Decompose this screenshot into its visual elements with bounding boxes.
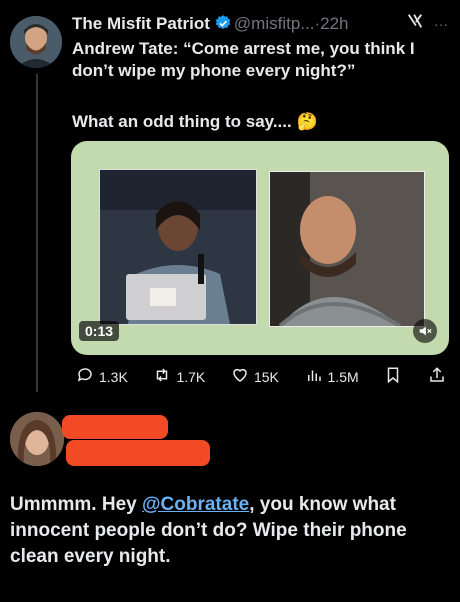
mention-link[interactable]: @Cobratate (142, 494, 249, 515)
bookmark-icon (384, 366, 402, 387)
tweet-text: Andrew Tate: “Come arrest me, you think … (72, 39, 415, 80)
redacted-name (62, 415, 168, 439)
verified-icon (214, 14, 232, 32)
mute-icon[interactable] (413, 319, 437, 343)
tweet-time[interactable]: 22h (320, 14, 348, 33)
tweet-text-2: What an odd thing to say.... 🤔 (72, 112, 318, 131)
like-icon (231, 366, 249, 387)
bookmark-button[interactable] (384, 366, 402, 387)
grok-icon[interactable] (406, 12, 424, 35)
reply-button[interactable]: 1.3K (76, 366, 128, 387)
reply-text: Ummmm. Hey @Cobratate, you know what inn… (10, 492, 450, 570)
reply-avatar[interactable] (10, 412, 64, 466)
video-time: 0:13 (79, 321, 120, 341)
reply-icon (76, 366, 94, 387)
author-avatar[interactable] (10, 16, 62, 68)
reply-count: 1.3K (99, 368, 128, 385)
like-count: 15K (253, 368, 279, 385)
repost-button[interactable]: 1.7K (153, 366, 205, 387)
video-frame-left (99, 169, 257, 325)
author-name[interactable]: The Misfit Patriot (72, 14, 210, 33)
like-button[interactable]: 15K (231, 366, 279, 387)
thread-line (36, 74, 38, 392)
tweet-actions: 1.3K 1.7K 15K 1.5M (76, 366, 446, 387)
views-button[interactable]: 1.5M (305, 366, 359, 387)
repost-icon (153, 366, 171, 387)
more-icon[interactable]: ··· (434, 16, 448, 32)
redacted-handle (66, 440, 210, 466)
share-button[interactable] (428, 366, 446, 387)
video-media[interactable]: 0:13 (71, 141, 449, 355)
video-frame-right (269, 171, 425, 327)
views-icon (305, 366, 323, 387)
author-handle[interactable]: @misfitp... (234, 14, 315, 33)
share-icon (428, 366, 446, 387)
repost-count: 1.7K (176, 368, 206, 385)
reply-text-start: Ummmm. Hey (10, 494, 142, 515)
views-count: 1.5M (327, 368, 359, 385)
tweet-header: The Misfit Patriot @misfitp...·22h (72, 14, 349, 34)
